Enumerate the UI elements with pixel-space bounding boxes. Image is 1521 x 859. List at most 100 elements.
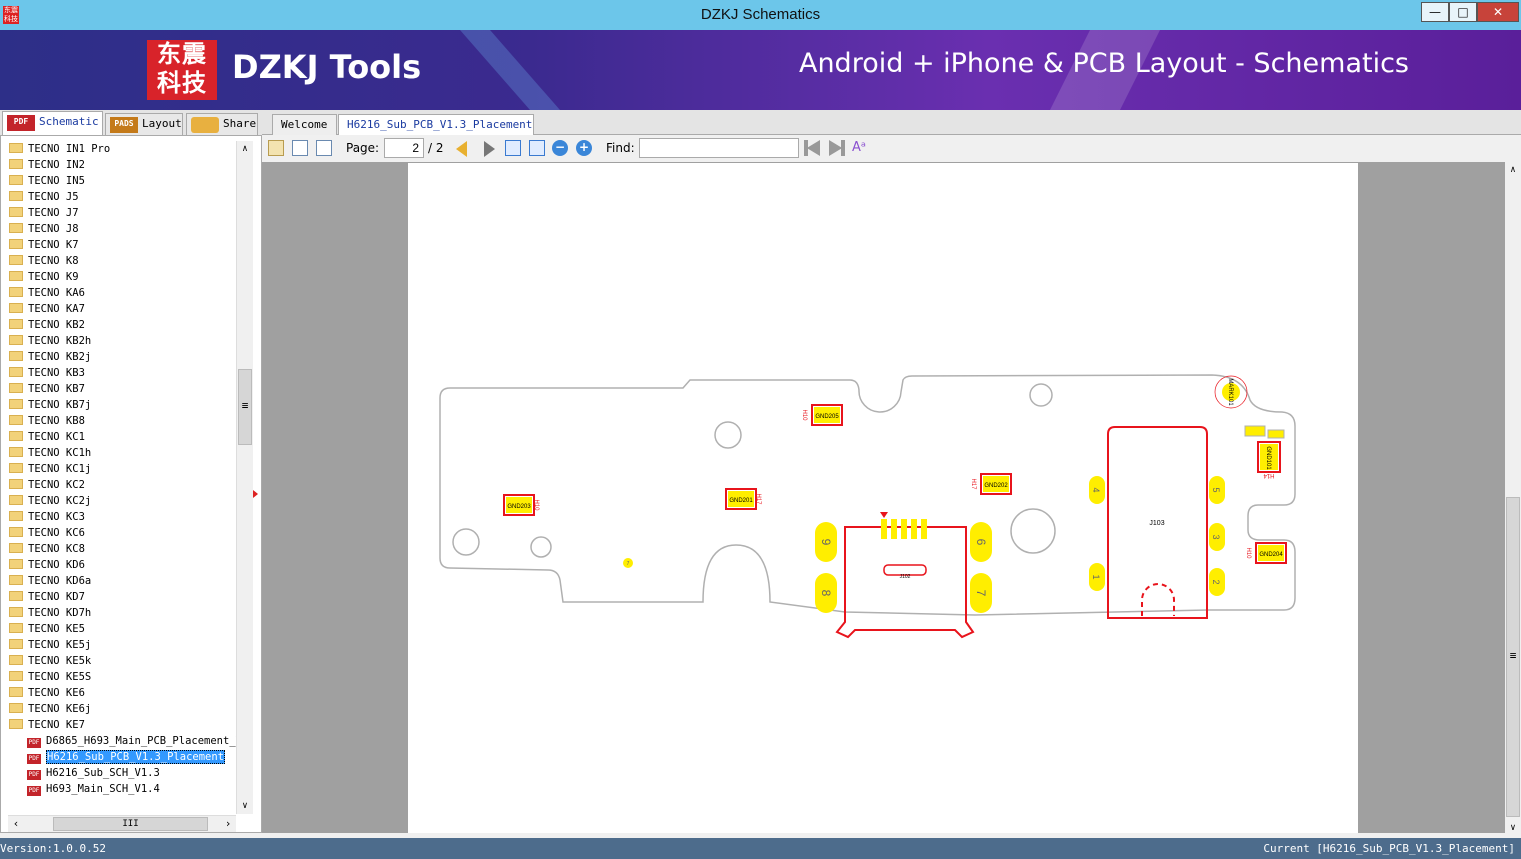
next-page-view-icon[interactable]	[316, 140, 332, 156]
find-input[interactable]	[639, 138, 799, 158]
tree-folder[interactable]: TECNO K7	[9, 237, 79, 253]
tree-file[interactable]: PDF D6865_H693_Main_PCB_Placement_V2	[27, 733, 248, 749]
tree-folder[interactable]: TECNO KE7	[9, 717, 85, 733]
maximize-button[interactable]: □	[1449, 2, 1477, 22]
tree-folder[interactable]: TECNO K9	[9, 269, 79, 285]
tree-folder[interactable]: TECNO KE5S	[9, 669, 91, 685]
zoom-in-icon[interactable]: +	[576, 140, 592, 156]
tree-folder[interactable]: TECNO KB2	[9, 317, 85, 333]
tree-file[interactable]: PDF H693_Main_SCH_V1.4	[27, 781, 160, 797]
text-options-icon[interactable]: Aᵃ	[852, 140, 868, 156]
tree-folder[interactable]: TECNO KC1h	[9, 445, 91, 461]
tree-folder[interactable]: TECNO KC1	[9, 429, 85, 445]
viewer-vertical-scrollbar[interactable]: ∧ ≡ ∨	[1505, 162, 1521, 833]
tree-vertical-scrollbar[interactable]: ∧ ≡ ∨	[236, 141, 253, 814]
tree-folder[interactable]: TECNO KB2j	[9, 349, 91, 365]
tree-folder[interactable]: TECNO KC1j	[9, 461, 91, 477]
tree-file[interactable]: PDF H6216_Sub_SCH_V1.3	[27, 765, 160, 781]
tree-folder[interactable]: TECNO KC8	[9, 541, 85, 557]
tree-file[interactable]: PDF H6216_Sub_PCB_V1.3_Placement	[27, 749, 226, 765]
tree-folder[interactable]: TECNO KA6	[9, 285, 85, 301]
file-label: H6216_Sub_SCH_V1.3	[46, 767, 160, 779]
tree-folder[interactable]: TECNO KC3	[9, 509, 85, 525]
scroll-thumb[interactable]: ≡	[1506, 497, 1520, 817]
app-icon: 东震科技	[3, 6, 19, 24]
scroll-right-arrow[interactable]: ›	[220, 816, 236, 832]
pdf-icon: PDF	[7, 115, 35, 131]
find-previous-icon[interactable]	[804, 140, 820, 156]
tree-folder[interactable]: TECNO KE6	[9, 685, 85, 701]
tree-folder[interactable]: TECNO IN1 Pro	[9, 141, 110, 157]
tab-document[interactable]: H6216_Sub_PCB_V1.3_Placement ✕	[338, 114, 534, 152]
tree-folder[interactable]: TECNO IN2	[9, 157, 85, 173]
splitter-arrow-icon[interactable]	[253, 490, 258, 498]
folder-label: TECNO KD7h	[28, 607, 92, 619]
tree-folder[interactable]: TECNO KE5k	[9, 653, 91, 669]
folder-icon	[9, 719, 23, 729]
viewer-toolbar: Page: / 2 − + Find: Aᵃ	[262, 135, 1521, 162]
fit-width-icon[interactable]	[505, 140, 521, 156]
tab-label: Schematic	[39, 115, 99, 128]
tree-folder[interactable]: TECNO KE6j	[9, 701, 91, 717]
tree-folder[interactable]: TECNO KC2	[9, 477, 85, 493]
tree-folder[interactable]: TECNO KD6a	[9, 573, 91, 589]
title-bar: 东震科技 DZKJ Schematics — □ ✕	[0, 0, 1521, 30]
tree-folder[interactable]: TECNO KB7	[9, 381, 85, 397]
fit-page-icon[interactable]	[529, 140, 545, 156]
scroll-thumb[interactable]: III	[53, 817, 208, 831]
tree-folder[interactable]: TECNO KB8	[9, 413, 85, 429]
document-viewer[interactable]: GND205 H10 GND203 H10 GND201 H17 GND202 H17 GND2…	[262, 162, 1505, 833]
tree-horizontal-scrollbar[interactable]: ‹ III ›	[8, 815, 236, 832]
tab-share[interactable]: Share	[186, 113, 258, 135]
folder-icon	[9, 623, 23, 633]
file-label: H693_Main_SCH_V1.4	[46, 783, 160, 795]
tree-folder[interactable]: TECNO KB7j	[9, 397, 91, 413]
folder-icon	[9, 207, 23, 217]
scroll-up-arrow[interactable]: ∧	[237, 141, 253, 157]
tree-folder[interactable]: TECNO J5	[9, 189, 79, 205]
open-document-icon[interactable]	[268, 140, 284, 156]
page-input[interactable]	[384, 138, 424, 158]
tree-folder[interactable]: TECNO KD7	[9, 589, 85, 605]
folder-icon	[9, 463, 23, 473]
folder-label: TECNO KB8	[28, 415, 85, 427]
tab-schematic[interactable]: PDF Schematic	[2, 111, 103, 135]
tree-folder[interactable]: TECNO J7	[9, 205, 79, 221]
tree-folder[interactable]: TECNO J8	[9, 221, 79, 237]
tree-folder[interactable]: TECNO KD6	[9, 557, 85, 573]
tree-folder[interactable]: TECNO KA7	[9, 301, 85, 317]
previous-page-button[interactable]	[456, 141, 467, 157]
folder-icon	[9, 239, 23, 249]
tree-folder[interactable]: TECNO KC6	[9, 525, 85, 541]
folder-label: TECNO KB7j	[28, 399, 92, 411]
scroll-thumb[interactable]: ≡	[238, 369, 252, 445]
scroll-up-arrow[interactable]: ∧	[1505, 162, 1521, 178]
zoom-out-icon[interactable]: −	[552, 140, 568, 156]
tree-folder[interactable]: TECNO KE5	[9, 621, 85, 637]
previous-page-view-icon[interactable]	[292, 140, 308, 156]
tab-layout[interactable]: PADS Layout	[105, 113, 183, 135]
mounting-hole	[1029, 383, 1053, 407]
tree-folder[interactable]: TECNO KC2j	[9, 493, 91, 509]
close-button[interactable]: ✕	[1477, 2, 1519, 22]
folder-label: TECNO KE6	[28, 687, 85, 699]
scroll-left-arrow[interactable]: ‹	[8, 816, 24, 832]
next-page-button[interactable]	[484, 141, 495, 157]
scroll-down-arrow[interactable]: ∨	[237, 798, 253, 814]
tree-folder[interactable]: TECNO IN5	[9, 173, 85, 189]
scroll-down-arrow[interactable]: ∨	[1505, 823, 1521, 833]
minimize-button[interactable]: —	[1421, 2, 1449, 22]
tree-folder[interactable]: TECNO K8	[9, 253, 79, 269]
pcb-placement-drawing: GND205H10GND203 H10 GND201 H17GND202H17GND2…	[439, 374, 1296, 639]
find-label: Find:	[606, 141, 635, 155]
tab-welcome[interactable]: Welcome	[272, 114, 337, 135]
find-next-icon[interactable]	[829, 140, 845, 156]
tree-folder[interactable]: TECNO KB2h	[9, 333, 91, 349]
folder-icon	[9, 287, 23, 297]
hole-label: H10	[1245, 547, 1251, 559]
usb-pin	[891, 519, 897, 539]
tree-folder[interactable]: TECNO KD7h	[9, 605, 91, 621]
folder-icon	[9, 271, 23, 281]
tree-folder[interactable]: TECNO KB3	[9, 365, 85, 381]
tree-folder[interactable]: TECNO KE5j	[9, 637, 91, 653]
